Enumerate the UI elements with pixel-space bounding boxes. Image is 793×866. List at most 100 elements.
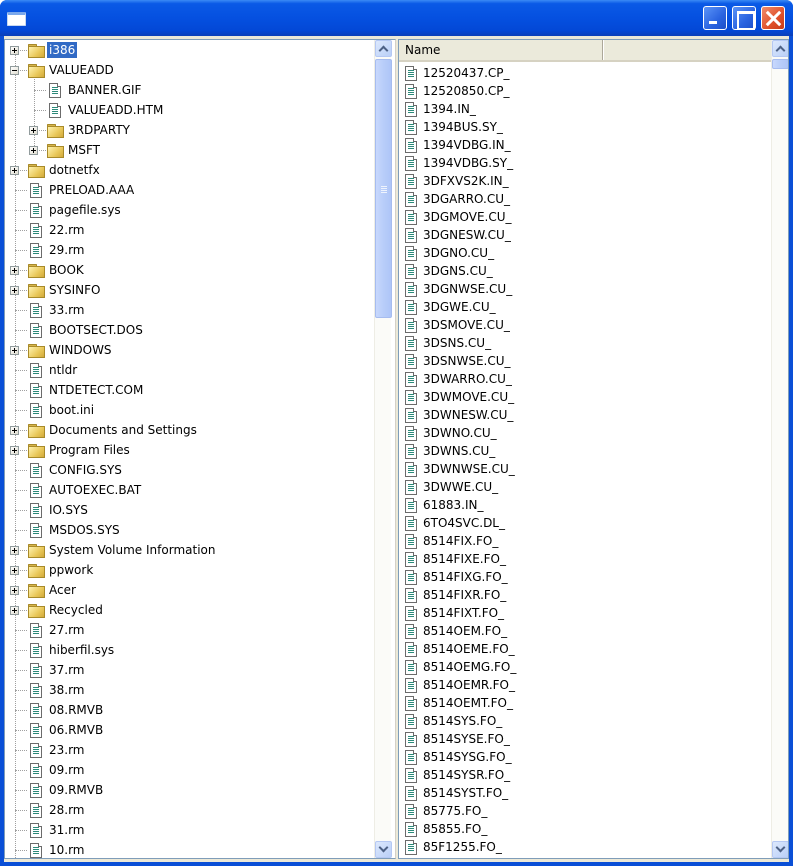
tree-file-item[interactable]: VALUEADD.HTM — [5, 100, 375, 120]
tree-item-label[interactable]: VALUEADD — [47, 62, 116, 78]
expand-icon[interactable] — [10, 286, 19, 295]
tree-file-item[interactable]: 37.rm — [5, 660, 375, 680]
tree-item-label[interactable]: i386 — [47, 42, 78, 58]
expand-icon[interactable] — [10, 606, 19, 615]
tree-file-item[interactable]: 08.RMVB — [5, 700, 375, 720]
list-item-label[interactable]: 3DWWE.CU_ — [421, 479, 500, 495]
list-item[interactable]: 3DSMOVE.CU_ — [399, 316, 771, 334]
list-item[interactable]: 3DGNS.CU_ — [399, 262, 771, 280]
list-item-label[interactable]: 8514OEM.FO_ — [421, 623, 509, 639]
expand-icon[interactable] — [10, 46, 19, 55]
list-item[interactable]: 3DGMOVE.CU_ — [399, 208, 771, 226]
tree-folder-item[interactable]: dotnetfx — [5, 160, 375, 180]
list-item[interactable]: 85855.FO_ — [399, 820, 771, 838]
tree-item-label[interactable]: MSFT — [66, 142, 102, 158]
tree-item-label[interactable]: 09.RMVB — [47, 782, 105, 798]
tree-folder-item[interactable]: Acer — [5, 580, 375, 600]
list-item[interactable]: 8514SYSE.FO_ — [399, 730, 771, 748]
tree-scroll-down-button[interactable] — [375, 841, 392, 858]
list-scrollbar[interactable] — [771, 40, 788, 858]
tree-item-label[interactable]: 23.rm — [47, 742, 87, 758]
tree-scroll-up-button[interactable] — [375, 40, 392, 57]
list-item[interactable]: 8514FIX.FO_ — [399, 532, 771, 550]
tree-item-label[interactable]: System Volume Information — [47, 542, 217, 558]
list-scroll-up-button[interactable] — [772, 40, 788, 57]
list-item-label[interactable]: 8514OEME.FO_ — [421, 641, 517, 657]
tree-item-label[interactable]: 38.rm — [47, 682, 87, 698]
list-item-label[interactable]: 3DWNESW.CU_ — [421, 407, 515, 423]
tree-file-item[interactable]: 29.rm — [5, 240, 375, 260]
tree-item-label[interactable]: 10.rm — [47, 842, 87, 858]
tree-file-item[interactable]: boot.ini — [5, 400, 375, 420]
tree-item-label[interactable]: hiberfil.sys — [47, 642, 116, 658]
minimize-button[interactable] — [703, 6, 727, 30]
list-item-label[interactable]: 3DWNWSE.CU_ — [421, 461, 517, 477]
list-item-label[interactable]: 3DGNESW.CU_ — [421, 227, 513, 243]
tree-item-label[interactable]: NTDETECT.COM — [47, 382, 145, 398]
tree-file-item[interactable]: 23.rm — [5, 740, 375, 760]
tree-folder-item[interactable]: i386 — [5, 40, 375, 60]
tree-folder-item[interactable]: Documents and Settings — [5, 420, 375, 440]
list-item[interactable]: 3DFXVS2K.IN_ — [399, 172, 771, 190]
list-item[interactable]: 3DWNS.CU_ — [399, 442, 771, 460]
tree-folder-item[interactable]: BOOK — [5, 260, 375, 280]
list-item-label[interactable]: 61883.IN_ — [421, 497, 486, 513]
list-item-label[interactable]: 8514FIXR.FO_ — [421, 587, 508, 603]
list-item-label[interactable]: 8514FIXT.FO_ — [421, 605, 506, 621]
tree-item-label[interactable]: Documents and Settings — [47, 422, 199, 438]
list-item-label[interactable]: 3DGARRO.CU_ — [421, 191, 512, 207]
list-item-label[interactable]: 8514OEMR.FO_ — [421, 677, 517, 693]
tree-item-label[interactable]: MSDOS.SYS — [47, 522, 122, 538]
list-item-label[interactable]: 12520437.CP_ — [421, 65, 512, 81]
list-item[interactable]: 8514SYSR.FO_ — [399, 766, 771, 784]
list-item[interactable]: 8514OEMR.FO_ — [399, 676, 771, 694]
list-item[interactable]: 1394.IN_ — [399, 100, 771, 118]
list-item-label[interactable]: 3DGNS.CU_ — [421, 263, 495, 279]
list-item-label[interactable]: 3DFXVS2K.IN_ — [421, 173, 511, 189]
tree-item-label[interactable]: ntldr — [47, 362, 79, 378]
tree-item-label[interactable]: BANNER.GIF — [66, 82, 143, 98]
list-item-label[interactable]: 3DSMOVE.CU_ — [421, 317, 512, 333]
list-item-label[interactable]: 85F1255.FO_ — [421, 839, 504, 855]
tree-folder-item[interactable]: WINDOWS — [5, 340, 375, 360]
tree-file-item[interactable]: IO.SYS — [5, 500, 375, 520]
list-item[interactable]: 8514OEME.FO_ — [399, 640, 771, 658]
list-item-label[interactable]: 3DWNS.CU_ — [421, 443, 497, 459]
expand-icon[interactable] — [10, 426, 19, 435]
tree-item-label[interactable]: 27.rm — [47, 622, 87, 638]
tree-file-item[interactable]: 28.rm — [5, 800, 375, 820]
tree-item-label[interactable]: IO.SYS — [47, 502, 90, 518]
tree-item-label[interactable]: pagefile.sys — [47, 202, 123, 218]
file-list[interactable]: Name 12520437.CP_ 12520850.CP_ 1394.IN_ 139… — [398, 39, 789, 859]
expand-icon[interactable] — [10, 266, 19, 275]
list-item-label[interactable]: 8514FIXE.FO_ — [421, 551, 508, 567]
list-item[interactable]: 3DSNWSE.CU_ — [399, 352, 771, 370]
list-item-label[interactable]: 3DWMOVE.CU_ — [421, 389, 516, 405]
list-item-label[interactable]: 3DSNWSE.CU_ — [421, 353, 513, 369]
tree-item-label[interactable]: 22.rm — [47, 222, 87, 238]
list-item[interactable]: 3DGWE.CU_ — [399, 298, 771, 316]
tree-item-label[interactable]: 08.RMVB — [47, 702, 105, 718]
list-item-label[interactable]: 3DWARRO.CU_ — [421, 371, 514, 387]
tree-folder-item[interactable]: Program Files — [5, 440, 375, 460]
tree-file-item[interactable]: ntldr — [5, 360, 375, 380]
expand-icon[interactable] — [10, 586, 19, 595]
list-item[interactable]: 61883.IN_ — [399, 496, 771, 514]
tree-file-item[interactable]: PRELOAD.AAA — [5, 180, 375, 200]
list-item[interactable]: 3DSNS.CU_ — [399, 334, 771, 352]
tree-item-label[interactable]: boot.ini — [47, 402, 96, 418]
tree-file-item[interactable]: BOOTSECT.DOS — [5, 320, 375, 340]
list-item-label[interactable]: 3DWNO.CU_ — [421, 425, 499, 441]
tree-file-item[interactable]: 33.rm — [5, 300, 375, 320]
list-item-label[interactable]: 3DGNWSE.CU_ — [421, 281, 514, 297]
list-item[interactable]: 8514OEMG.FO_ — [399, 658, 771, 676]
list-item-label[interactable]: 3DSNS.CU_ — [421, 335, 493, 351]
tree-folder-item[interactable]: 3RDPARTY — [5, 120, 375, 140]
tree-item-label[interactable]: VALUEADD.HTM — [66, 102, 165, 118]
tree-file-item[interactable]: MSDOS.SYS — [5, 520, 375, 540]
tree-item-label[interactable]: 29.rm — [47, 242, 87, 258]
tree-file-item[interactable]: 10.rm — [5, 840, 375, 858]
list-item[interactable]: 3DWMOVE.CU_ — [399, 388, 771, 406]
tree-scroll-thumb[interactable] — [375, 59, 392, 318]
tree-item-label[interactable]: 31.rm — [47, 822, 87, 838]
